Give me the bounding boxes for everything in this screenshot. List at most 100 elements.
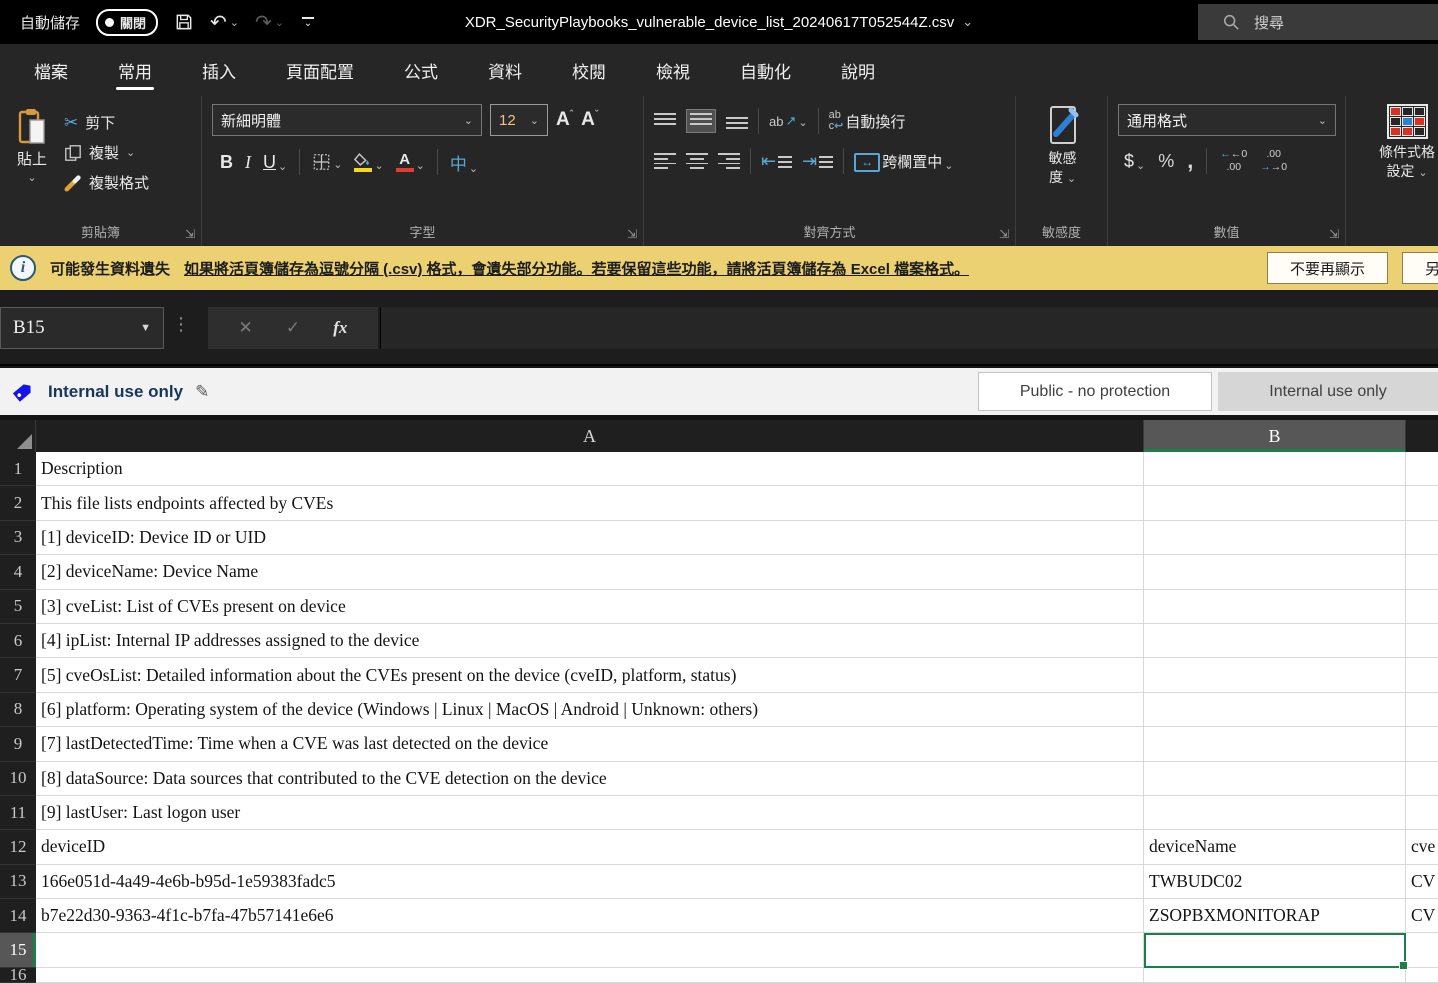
- formula-input[interactable]: [380, 307, 1438, 349]
- cell-c12[interactable]: cve: [1406, 830, 1438, 864]
- font-name-combo[interactable]: 新細明體⌄: [212, 104, 482, 136]
- cell-a16[interactable]: [36, 968, 1144, 983]
- row-header-1[interactable]: 1: [0, 452, 36, 486]
- cell-b13[interactable]: TWBUDC02: [1144, 865, 1406, 899]
- dialog-launcher-icon[interactable]: ⇲: [999, 227, 1009, 241]
- increase-indent-button[interactable]: ⇥: [802, 151, 833, 172]
- chevron-down-icon[interactable]: ⌄: [126, 146, 135, 159]
- row-header-2[interactable]: 2: [0, 486, 36, 520]
- cell-a11[interactable]: [9] lastUser: Last logon user: [36, 796, 1144, 830]
- chevron-down-icon[interactable]: ⌄: [962, 14, 973, 30]
- tab-formulas[interactable]: 公式: [386, 48, 456, 93]
- bold-button[interactable]: B: [220, 152, 233, 173]
- cell-b11[interactable]: [1144, 796, 1406, 830]
- cell-b2[interactable]: [1144, 486, 1406, 520]
- undo-button[interactable]: ↶⌄: [210, 10, 239, 35]
- align-bottom-button[interactable]: [726, 113, 748, 129]
- decrease-font-size-button[interactable]: Aˇ: [581, 109, 598, 131]
- cell-c7[interactable]: [1406, 658, 1438, 692]
- copy-button[interactable]: 複製⌄: [64, 142, 149, 163]
- merge-center-button[interactable]: ↔ 跨欄置中 ⌄: [854, 151, 953, 172]
- align-center-button[interactable]: [686, 153, 708, 169]
- conditional-formatting-button[interactable]: 條件式格設定 ⌄: [1346, 96, 1438, 246]
- comma-style-button[interactable]: ,: [1187, 148, 1193, 174]
- chevron-down-icon[interactable]: ⌄: [1136, 159, 1145, 172]
- cell-b14[interactable]: ZSOPBXMONITORAP: [1144, 899, 1406, 933]
- row-header-7[interactable]: 7: [0, 658, 36, 692]
- decrease-indent-button[interactable]: ⇤: [761, 151, 792, 172]
- document-title[interactable]: XDR_SecurityPlaybooks_vulnerable_device_…: [465, 14, 954, 31]
- cell-a6[interactable]: [4] ipList: Internal IP addresses assign…: [36, 624, 1144, 658]
- align-middle-button[interactable]: [686, 109, 716, 133]
- save-button[interactable]: [174, 12, 194, 32]
- cell-b3[interactable]: [1144, 521, 1406, 555]
- search-box[interactable]: 搜尋: [1198, 4, 1438, 40]
- italic-button[interactable]: I: [245, 152, 251, 173]
- cell-c15[interactable]: [1406, 933, 1438, 967]
- paste-button[interactable]: 貼上 ⌄: [10, 104, 54, 220]
- cell-a15[interactable]: [36, 933, 1144, 967]
- row-header-9[interactable]: 9: [0, 727, 36, 761]
- chevron-down-icon[interactable]: ⌄: [798, 116, 807, 129]
- chevron-down-icon[interactable]: ⌄: [230, 16, 239, 29]
- cell-c6[interactable]: [1406, 624, 1438, 658]
- increase-font-size-button[interactable]: Aˆ: [556, 109, 573, 131]
- chevron-down-icon[interactable]: ⌄: [416, 159, 425, 172]
- insert-function-icon[interactable]: fx: [333, 318, 347, 338]
- select-all-button[interactable]: [0, 420, 36, 452]
- fill-color-button[interactable]: ⌄: [354, 153, 383, 172]
- cell-c10[interactable]: [1406, 762, 1438, 796]
- cell-a8[interactable]: [6] platform: Operating system of the de…: [36, 693, 1144, 727]
- currency-button[interactable]: $⌄: [1124, 151, 1145, 172]
- tab-page-layout[interactable]: 頁面配置: [268, 48, 372, 93]
- font-color-button[interactable]: A ⌄: [396, 153, 425, 172]
- chevron-down-icon[interactable]: ⌄: [278, 160, 287, 173]
- tab-file[interactable]: 檔案: [16, 48, 86, 93]
- row-header-16[interactable]: 16: [0, 968, 36, 983]
- row-header-13[interactable]: 13: [0, 865, 36, 899]
- tab-home[interactable]: 常用: [100, 48, 170, 93]
- chevron-down-icon[interactable]: ⌄: [469, 162, 478, 175]
- cancel-icon[interactable]: ✕: [239, 318, 253, 338]
- redo-button[interactable]: ↷⌄: [255, 10, 284, 35]
- cell-b8[interactable]: [1144, 693, 1406, 727]
- cell-c11[interactable]: [1406, 796, 1438, 830]
- chevron-down-icon[interactable]: ⌄: [374, 159, 383, 172]
- increase-decimal-button[interactable]: .00→→0: [1260, 148, 1287, 174]
- internal-use-only-button[interactable]: Internal use only: [1218, 372, 1438, 411]
- cell-a1[interactable]: Description: [36, 452, 1144, 486]
- tab-automate[interactable]: 自動化: [722, 48, 809, 93]
- cell-a12[interactable]: deviceID: [36, 830, 1144, 864]
- chevron-down-icon[interactable]: ⌄: [275, 16, 284, 29]
- chevron-down-icon[interactable]: ⌄: [333, 158, 342, 171]
- row-header-12[interactable]: 12: [0, 830, 36, 864]
- cell-b1[interactable]: [1144, 452, 1406, 486]
- borders-button[interactable]: ⌄: [312, 153, 342, 171]
- cell-b4[interactable]: [1144, 555, 1406, 589]
- edit-pencil-icon[interactable]: ✎: [195, 382, 209, 402]
- dialog-launcher-icon[interactable]: ⇲: [627, 227, 637, 241]
- row-header-3[interactable]: 3: [0, 521, 36, 555]
- autosave-toggle[interactable]: 關閉: [96, 9, 158, 36]
- cell-c4[interactable]: [1406, 555, 1438, 589]
- cut-button[interactable]: ✂剪下: [64, 112, 149, 133]
- cell-b7[interactable]: [1144, 658, 1406, 692]
- row-header-14[interactable]: 14: [0, 899, 36, 933]
- row-header-6[interactable]: 6: [0, 624, 36, 658]
- cell-a13[interactable]: 166e051d-4a49-4e6b-b95d-1e59383fadc5: [36, 865, 1144, 899]
- cell-c9[interactable]: [1406, 727, 1438, 761]
- cell-b6[interactable]: [1144, 624, 1406, 658]
- dialog-launcher-icon[interactable]: ⇲: [185, 227, 195, 241]
- cell-b9[interactable]: [1144, 727, 1406, 761]
- cell-c14[interactable]: CV: [1406, 899, 1438, 933]
- row-header-10[interactable]: 10: [0, 762, 36, 796]
- cell-a10[interactable]: [8] dataSource: Data sources that contri…: [36, 762, 1144, 796]
- underline-button[interactable]: U⌄: [263, 152, 287, 173]
- cell-a9[interactable]: [7] lastDetectedTime: Time when a CVE wa…: [36, 727, 1144, 761]
- cell-b10[interactable]: [1144, 762, 1406, 796]
- cell-c13[interactable]: CV: [1406, 865, 1438, 899]
- sensitivity-button[interactable]: 敏感度 ⌄: [1045, 104, 1081, 187]
- row-header-11[interactable]: 11: [0, 796, 36, 830]
- tab-view[interactable]: 檢視: [638, 48, 708, 93]
- enter-icon[interactable]: ✓: [286, 318, 300, 338]
